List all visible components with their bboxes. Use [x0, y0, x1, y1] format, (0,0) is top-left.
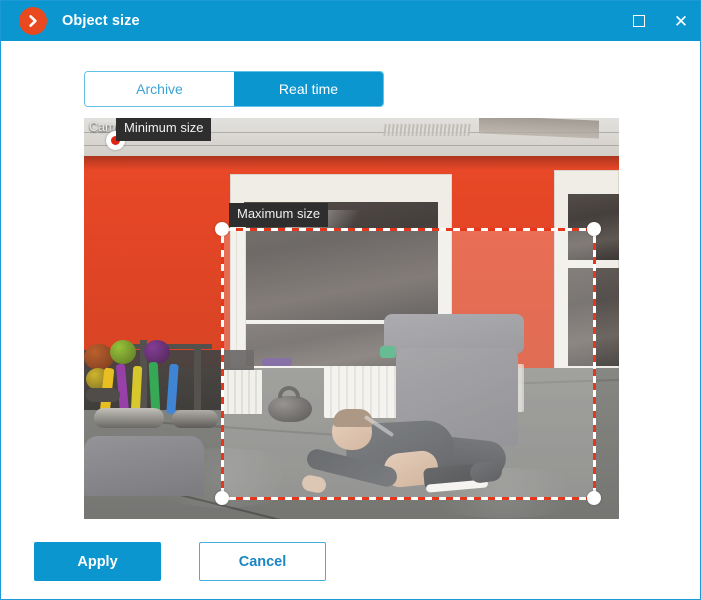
selection-border-right — [592, 229, 596, 498]
video-preview[interactable]: Camera 1 Minimum size Maximum size — [84, 118, 619, 519]
dialog-footer: Apply Cancel — [1, 542, 700, 585]
minimum-size-tooltip: Minimum size — [116, 118, 212, 141]
selection-border-left — [220, 229, 224, 498]
title-bar: Object size ✕ — [1, 1, 700, 41]
close-x-icon: ✕ — [673, 11, 689, 31]
maximum-size-selection-rect[interactable] — [215, 222, 601, 505]
maximum-size-tooltip: Maximum size — [229, 203, 329, 227]
selection-border-bottom — [222, 496, 594, 500]
close-button[interactable]: ✕ — [660, 1, 700, 41]
app-logo-icon — [19, 7, 47, 35]
selection-border-top — [222, 227, 594, 231]
maximize-square-icon — [633, 15, 645, 27]
resize-handle-bottom-left[interactable] — [215, 491, 229, 505]
resize-handle-top-right[interactable] — [587, 222, 601, 236]
object-size-dialog: Object size ✕ Archive Real time Camera M… — [0, 0, 701, 600]
mode-tab-group: Archive Real time — [84, 71, 384, 107]
resize-handle-top-left[interactable] — [215, 222, 229, 236]
resize-handle-bottom-right[interactable] — [587, 491, 601, 505]
apply-button[interactable]: Apply — [34, 542, 161, 581]
maximize-button[interactable] — [618, 1, 660, 41]
tab-archive[interactable]: Archive — [85, 72, 234, 106]
cancel-button[interactable]: Cancel — [199, 542, 326, 581]
window-controls: ✕ — [618, 1, 700, 41]
tab-real-time[interactable]: Real time — [234, 72, 383, 106]
window-title: Object size — [62, 13, 140, 29]
